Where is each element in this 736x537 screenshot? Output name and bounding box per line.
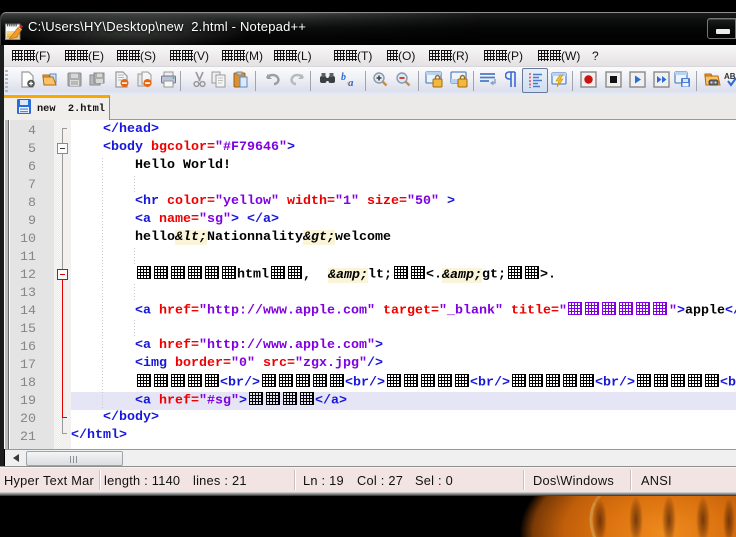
svg-text:a: a bbox=[348, 77, 354, 88]
svg-text:b: b bbox=[341, 72, 346, 83]
